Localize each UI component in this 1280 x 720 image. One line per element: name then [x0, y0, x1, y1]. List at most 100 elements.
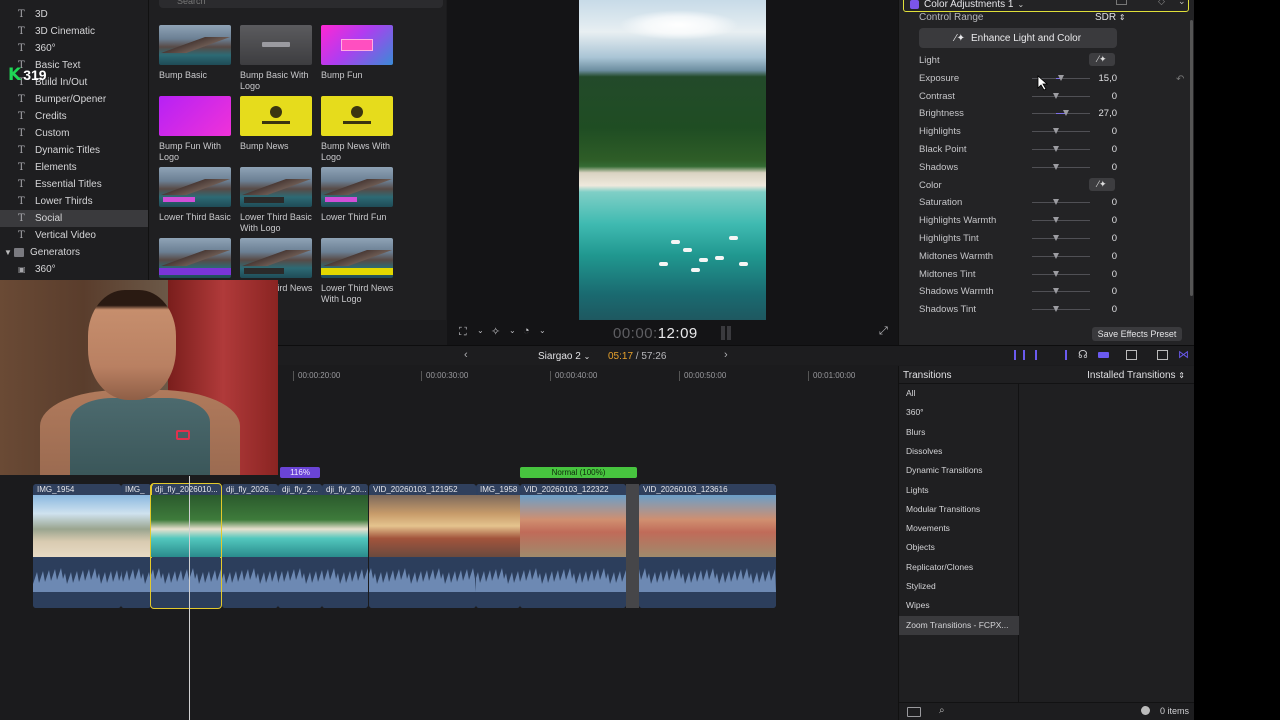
title-tile[interactable]: Bump News With Logo: [321, 96, 395, 163]
enhance-menu-chevron-icon[interactable]: ⌄: [509, 326, 516, 335]
transform-menu-chevron-icon[interactable]: ⌄: [477, 326, 484, 335]
timeline-index-icon[interactable]: [1126, 350, 1137, 360]
inspector-scrollbar[interactable]: [1190, 20, 1193, 296]
transition-category[interactable]: Objects: [899, 538, 1019, 557]
enhance-light-color-button[interactable]: ⁄✦ Enhance Light and Color: [919, 28, 1117, 48]
param-row[interactable]: Midtones Tint 0: [919, 266, 1189, 283]
param-row[interactable]: Brightness 27,0: [919, 105, 1189, 122]
sidebar-item[interactable]: T Social: [0, 210, 148, 227]
skimming-icon[interactable]: [1035, 350, 1046, 360]
sidebar-item-generators[interactable]: ▼ Generators: [0, 244, 148, 261]
browser-search-input[interactable]: Search: [159, 0, 443, 8]
param-value[interactable]: 0: [1067, 304, 1117, 315]
slider-knob[interactable]: [1053, 128, 1059, 135]
slider-knob[interactable]: [1053, 306, 1059, 313]
title-tile[interactable]: Bump Basic: [159, 25, 233, 81]
timecode-display[interactable]: 00:00:12:09: [613, 325, 698, 342]
timeline-clip[interactable]: dji_fly_2...: [278, 484, 322, 608]
slider-knob[interactable]: [1053, 288, 1059, 295]
transition-category[interactable]: Lights: [899, 481, 1019, 500]
audio-skimming-icon[interactable]: [1056, 350, 1067, 360]
effect-enable-checkbox[interactable]: [910, 0, 919, 9]
param-row[interactable]: Black Point 0: [919, 141, 1189, 158]
title-tile[interactable]: Lower Third News With Logo: [321, 238, 395, 305]
slider-knob[interactable]: [1053, 252, 1059, 259]
sidebar-item[interactable]: T Credits: [0, 108, 148, 125]
sidebar-item-generators-360[interactable]: ▣ 360°: [0, 261, 148, 278]
param-row[interactable]: Highlights Tint 0: [919, 230, 1189, 247]
save-effects-preset-button[interactable]: Save Effects Preset: [1092, 327, 1182, 341]
param-row[interactable]: Contrast 0: [919, 88, 1189, 105]
auto-enhance-wand-icon[interactable]: ⁄✦: [1089, 53, 1115, 66]
transition-category[interactable]: Replicator/Clones: [899, 558, 1019, 577]
param-row[interactable]: Saturation 0: [919, 194, 1189, 211]
effect-menu-chevron-icon[interactable]: ⌄: [1018, 0, 1025, 9]
auto-enhance-wand-icon[interactable]: ⁄✦: [1089, 177, 1115, 191]
title-tile[interactable]: Lower Third Basic With Logo: [240, 167, 314, 234]
playhead[interactable]: [189, 476, 190, 720]
disclosure-triangle-icon[interactable]: ▼: [4, 248, 12, 257]
slider-knob[interactable]: [1053, 235, 1059, 241]
title-tile[interactable]: Bump News: [240, 96, 314, 152]
param-value[interactable]: 0: [1067, 269, 1117, 280]
forward-arrow-icon[interactable]: ›: [724, 349, 728, 361]
slider-knob[interactable]: [1053, 199, 1059, 206]
gap-clip[interactable]: [626, 484, 639, 608]
sidebar-item[interactable]: T 3D Cinematic: [0, 23, 148, 40]
installed-transitions-select[interactable]: Installed Transitions ⇕: [1087, 370, 1185, 381]
param-row[interactable]: Midtones Warmth 0: [919, 248, 1189, 265]
headphones-icon[interactable]: ☊: [1078, 348, 1088, 361]
effect-header[interactable]: Color Adjustments 1 ⌄ ◇ ⌄: [903, 0, 1189, 12]
param-value[interactable]: 0: [1067, 126, 1117, 137]
mask-icon[interactable]: [1116, 0, 1127, 5]
timeline-clip[interactable]: IMG_: [121, 484, 151, 608]
retime-speed-bar[interactable]: Normal (100%): [520, 467, 637, 478]
param-row[interactable]: Shadows 0: [919, 159, 1189, 176]
video-frame[interactable]: [579, 0, 766, 320]
clip-appearance-icon[interactable]: [1014, 350, 1025, 360]
param-value[interactable]: 0: [1067, 144, 1117, 155]
timeline-clip[interactable]: dji_fly_2026...: [222, 484, 278, 608]
fullscreen-icon[interactable]: ⤢: [879, 325, 888, 338]
slider-knob[interactable]: [1053, 270, 1059, 277]
param-value[interactable]: 0: [1067, 162, 1117, 173]
timeline-ruler[interactable]: 00:00:20:00 00:00:30:00 00:00:40:00 00:00:5…: [278, 366, 898, 384]
retime-icon[interactable]: ◔: [523, 325, 530, 337]
sidebar-item[interactable]: T Essential Titles: [0, 176, 148, 193]
control-range-select[interactable]: SDR ⇕: [1095, 12, 1126, 23]
sidebar-item[interactable]: T Lower Thirds: [0, 193, 148, 210]
param-row[interactable]: Light ⁄✦: [919, 52, 1189, 69]
transform-icon[interactable]: ⛶: [459, 326, 467, 339]
clear-search-icon[interactable]: [1141, 706, 1150, 715]
timeline-clip[interactable]: dji_fly_2026010...: [150, 483, 222, 609]
param-row[interactable]: Shadows Warmth 0: [919, 283, 1189, 300]
slider-knob[interactable]: [1058, 74, 1065, 81]
param-row[interactable]: Highlights 0: [919, 123, 1189, 140]
param-row[interactable]: Exposure 15,0: [919, 70, 1189, 87]
timeline-clip[interactable]: VID_20260103_122322: [520, 484, 626, 608]
transition-category[interactable]: All: [899, 384, 1019, 403]
transition-category[interactable]: Stylized: [899, 577, 1019, 596]
param-value[interactable]: 0: [1067, 91, 1117, 102]
param-value[interactable]: 0: [1067, 251, 1117, 262]
enhance-wand-icon[interactable]: ✧: [491, 325, 500, 338]
param-row[interactable]: Highlights Warmth 0: [919, 212, 1189, 229]
timeline-clip[interactable]: VID_20260103_123616: [639, 484, 776, 608]
retime-menu-chevron-icon[interactable]: ⌄: [539, 326, 546, 335]
project-name[interactable]: Siargao 2 ⌄: [538, 351, 590, 362]
retime-speed-badge[interactable]: 116%: [280, 467, 320, 478]
clip-view-icon[interactable]: [1157, 350, 1168, 360]
transition-category[interactable]: Dynamic Transitions: [899, 461, 1019, 480]
slider-knob[interactable]: [1053, 163, 1059, 170]
transition-category[interactable]: Blurs: [899, 423, 1019, 442]
param-row[interactable]: Color ⁄✦: [919, 177, 1189, 194]
param-value[interactable]: 0: [1067, 286, 1117, 297]
param-value[interactable]: 0: [1067, 233, 1117, 244]
param-value[interactable]: 15,0: [1067, 73, 1118, 84]
param-value[interactable]: 0: [1067, 215, 1117, 226]
timeline-clip[interactable]: IMG_1954: [33, 484, 121, 608]
title-tile[interactable]: Lower Third Fun: [321, 167, 395, 223]
sidebar-item[interactable]: T 3D: [0, 6, 148, 23]
slider-knob[interactable]: [1053, 146, 1059, 152]
slider-knob[interactable]: [1053, 217, 1059, 224]
